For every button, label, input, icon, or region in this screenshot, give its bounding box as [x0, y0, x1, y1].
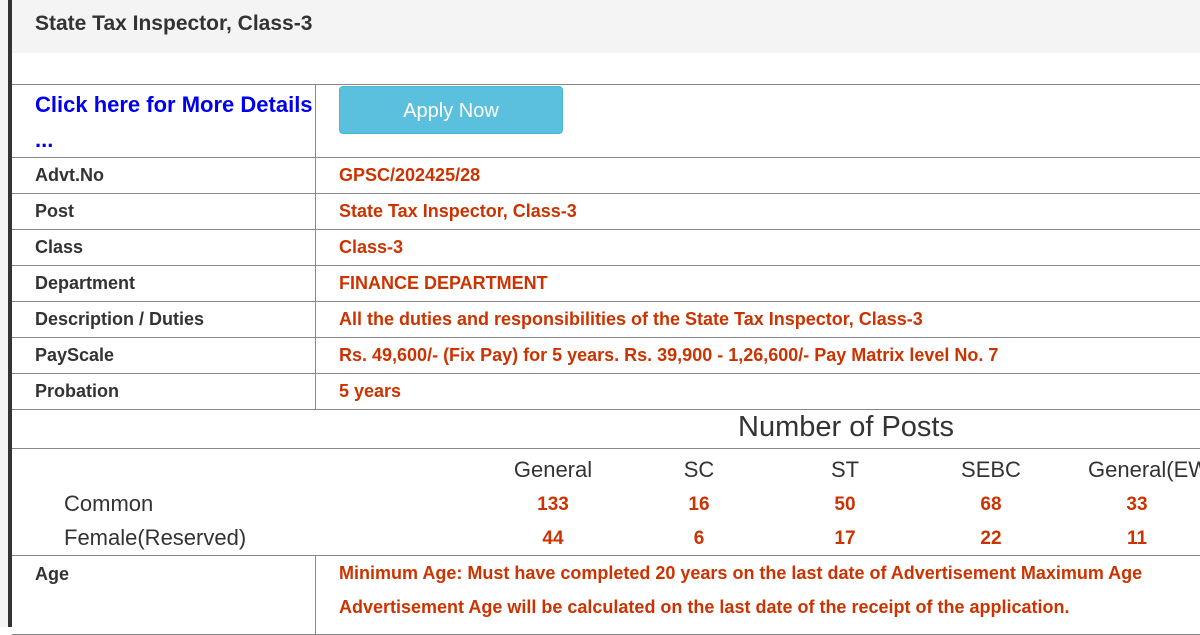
table-row: Class Class-3 [12, 230, 1200, 266]
posts-title: Number of Posts [12, 405, 1200, 449]
panel-heading: State Tax Inspector, Class-3 [12, 0, 1200, 53]
category-header: General [514, 457, 592, 483]
posts-row-label: Common [64, 491, 153, 517]
left-gutter [0, 0, 8, 627]
post-count: 16 [688, 494, 709, 516]
duties-value: All the duties and responsibilities of t… [316, 302, 1200, 338]
actions-row: Click here for More Details ... Apply No… [12, 85, 1200, 158]
row-label: Advt.No [12, 158, 316, 194]
row-label: Age [12, 556, 316, 635]
post-count: 17 [834, 528, 855, 550]
post-count: 6 [694, 528, 705, 550]
job-details-panel: State Tax Inspector, Class-3 Click here … [12, 0, 1200, 627]
table-row: Description / Duties All the duties and … [12, 302, 1200, 338]
age-value: Minimum Age: Must have completed 20 year… [316, 556, 1200, 635]
page-title: State Tax Inspector, Class-3 [35, 12, 312, 36]
class-value: Class-3 [316, 230, 1200, 266]
row-label: Post [12, 194, 316, 230]
more-details-link[interactable]: Click here for More Details ... [35, 87, 315, 157]
post-count: 44 [542, 528, 563, 550]
row-label: Class [12, 230, 316, 266]
post-value: State Tax Inspector, Class-3 [316, 194, 1200, 230]
row-label: Description / Duties [12, 302, 316, 338]
table-row: Age Minimum Age: Must have completed 20 … [12, 556, 1200, 635]
payscale-value: Rs. 49,600/- (Fix Pay) for 5 years. Rs. … [316, 338, 1200, 374]
table-row: Department FINANCE DEPARTMENT [12, 266, 1200, 302]
post-count: 33 [1126, 494, 1147, 516]
table-row: Post State Tax Inspector, Class-3 [12, 194, 1200, 230]
apply-now-button[interactable]: Apply Now [339, 86, 563, 134]
row-label: PayScale [12, 338, 316, 374]
category-header: SC [684, 457, 715, 483]
post-count: 22 [980, 528, 1001, 550]
row-label: Department [12, 266, 316, 302]
post-count: 11 [1127, 528, 1147, 550]
table-row: PayScale Rs. 49,600/- (Fix Pay) for 5 ye… [12, 338, 1200, 374]
posts-row-label: Female(Reserved) [64, 525, 246, 551]
age-line-1: Minimum Age: Must have completed 20 year… [339, 556, 1200, 590]
posts-grid: General SC ST SEBC General(EWS) Common 1… [12, 449, 1200, 555]
post-count: 68 [980, 494, 1001, 516]
job-details-table: Click here for More Details ... Apply No… [12, 84, 1200, 410]
table-row: Advt.No GPSC/202425/28 [12, 158, 1200, 194]
post-count: 133 [537, 494, 569, 516]
category-header: ST [831, 457, 859, 483]
advt-no-value: GPSC/202425/28 [316, 158, 1200, 194]
post-count: 50 [834, 494, 855, 516]
age-table: Age Minimum Age: Must have completed 20 … [12, 555, 1200, 635]
age-line-2: Advertisement Age will be calculated on … [339, 590, 1200, 624]
number-of-posts-section: Number of Posts General SC ST SEBC Gener… [12, 405, 1200, 555]
category-header: General(EWS) [1088, 457, 1200, 483]
department-value: FINANCE DEPARTMENT [316, 266, 1200, 302]
category-header: SEBC [961, 457, 1021, 483]
